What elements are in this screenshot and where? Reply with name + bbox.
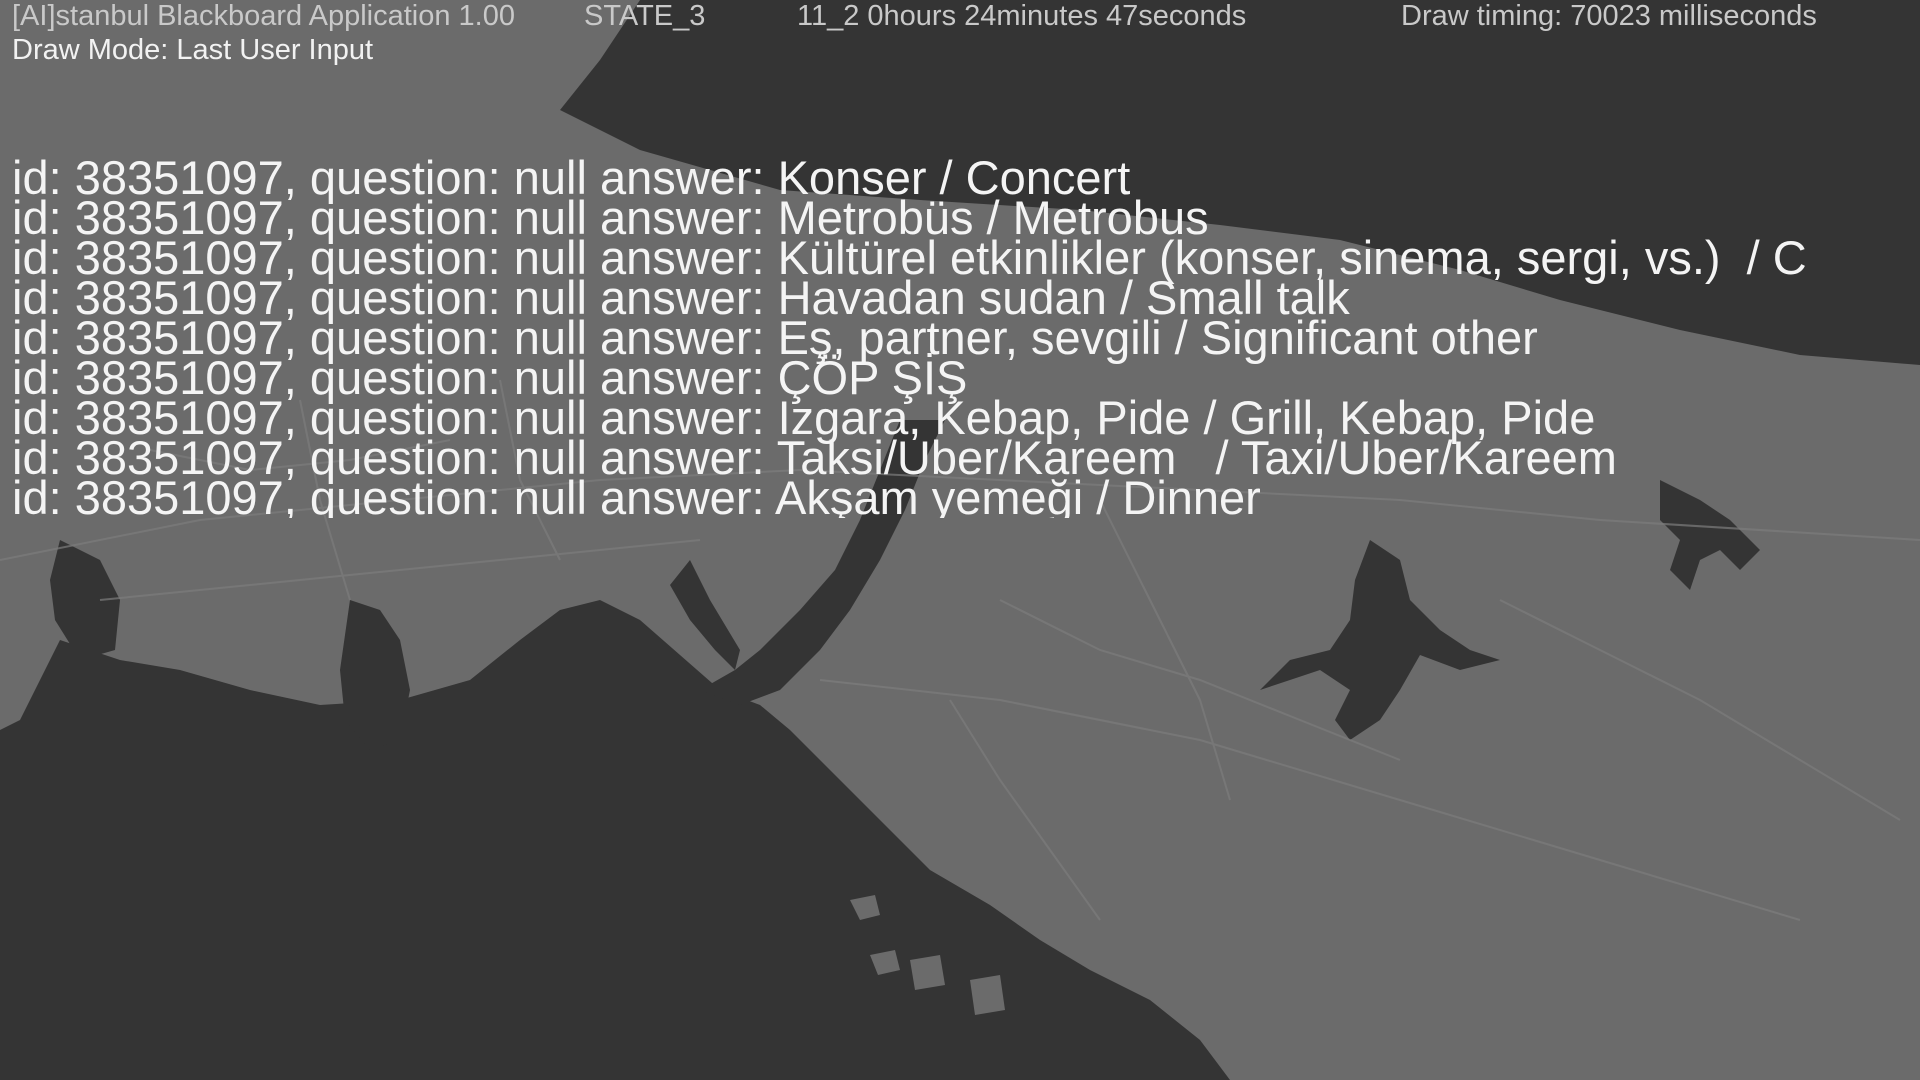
island-3 [910,955,945,990]
island-2 [870,950,900,975]
app-title: [AI]stanbul Blackboard Application 1.00 [12,0,515,32]
answer-list: id: 38351097, question: null answer: Kon… [12,158,1920,518]
draw-timing: Draw timing: 70023 milliseconds [1401,0,1817,32]
island-1 [850,895,880,920]
state-label: STATE_3 [584,0,706,32]
draw-mode: Draw Mode: Last User Input [12,34,374,66]
session-timer: 11_2 0hours 24minutes 47seconds [797,0,1247,32]
blackboard-canvas: [AI]stanbul Blackboard Application 1.00 … [0,0,1920,1080]
island-4 [970,975,1005,1015]
answer-line: id: 38351097, question: null answer: Akş… [12,471,1261,518]
